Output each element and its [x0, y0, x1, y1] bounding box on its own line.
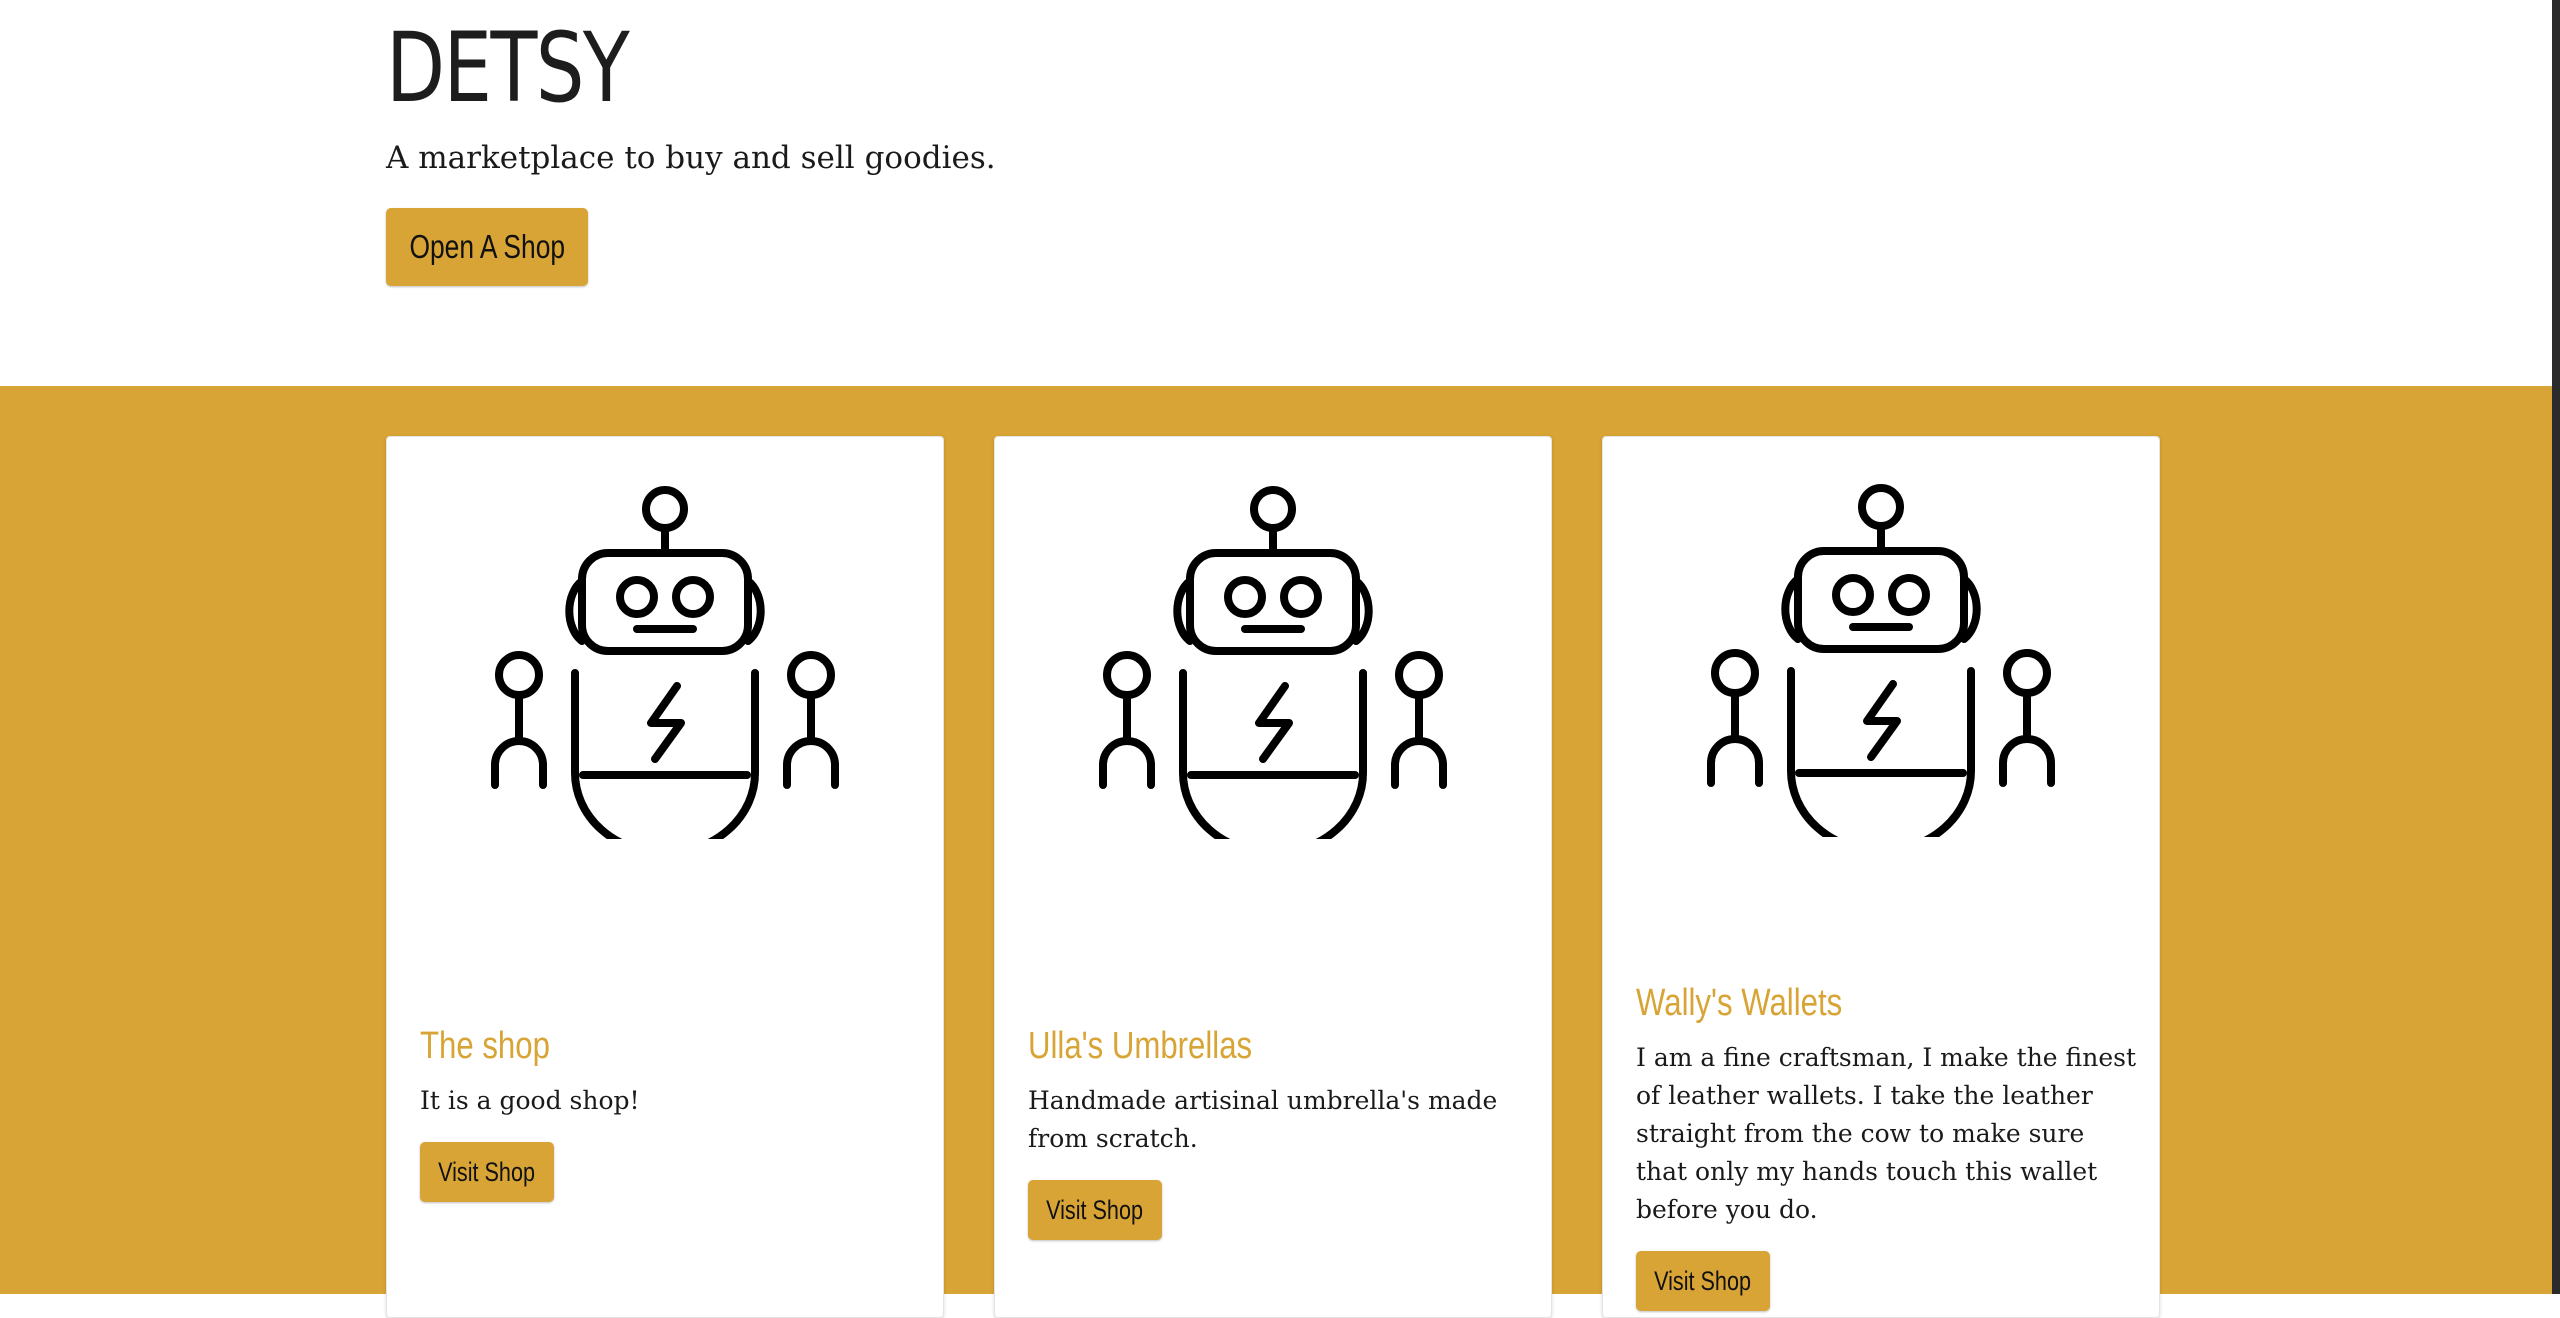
shop-title[interactable]: Wally's Wallets: [1636, 982, 2046, 1025]
open-shop-button[interactable]: Open A Shop: [386, 208, 588, 286]
open-shop-button-label: Open A Shop: [409, 228, 565, 265]
robot-icon: [1099, 486, 1447, 839]
visit-shop-button[interactable]: Visit Shop: [1636, 1251, 1770, 1311]
visit-shop-button-label: Visit Shop: [1046, 1195, 1144, 1225]
shop-description: Handmade artisinal umbrella's made from …: [1028, 1086, 1498, 1153]
shop-title[interactable]: Ulla's Umbrellas: [1028, 1025, 1438, 1068]
site-tagline: A marketplace to buy and sell goodies.: [386, 140, 996, 176]
shop-description: It is a good shop!: [420, 1086, 640, 1115]
hero-content: DETSY A marketplace to buy and sell good…: [386, 0, 2166, 286]
visit-shop-button-label: Visit Shop: [1654, 1266, 1752, 1296]
site-brand: DETSY: [386, 12, 630, 124]
hero-section: DETSY A marketplace to buy and sell good…: [0, 0, 2552, 386]
visit-shop-button[interactable]: Visit Shop: [1028, 1180, 1162, 1240]
shop-card: Wally's Wallets I am a fine craftsman, I…: [1602, 436, 2160, 1318]
visit-shop-button-label: Visit Shop: [438, 1157, 536, 1187]
shop-title[interactable]: The shop: [420, 1025, 830, 1068]
window-right-edge: [2552, 0, 2560, 1294]
robot-icon: [491, 486, 839, 839]
shop-card-body: The shop It is a good shop! Visit Shop: [420, 1025, 920, 1202]
shop-card: The shop It is a good shop! Visit Shop: [386, 436, 944, 1318]
shop-card: Ulla's Umbrellas Handmade artisinal umbr…: [994, 436, 1552, 1318]
shop-card-body: Wally's Wallets I am a fine craftsman, I…: [1636, 982, 2136, 1311]
shop-description: I am a fine craftsman, I make the finest…: [1636, 1043, 2136, 1224]
robot-icon: [1707, 484, 2055, 837]
shop-card-body: Ulla's Umbrellas Handmade artisinal umbr…: [1028, 1025, 1528, 1240]
visit-shop-button[interactable]: Visit Shop: [420, 1142, 554, 1202]
